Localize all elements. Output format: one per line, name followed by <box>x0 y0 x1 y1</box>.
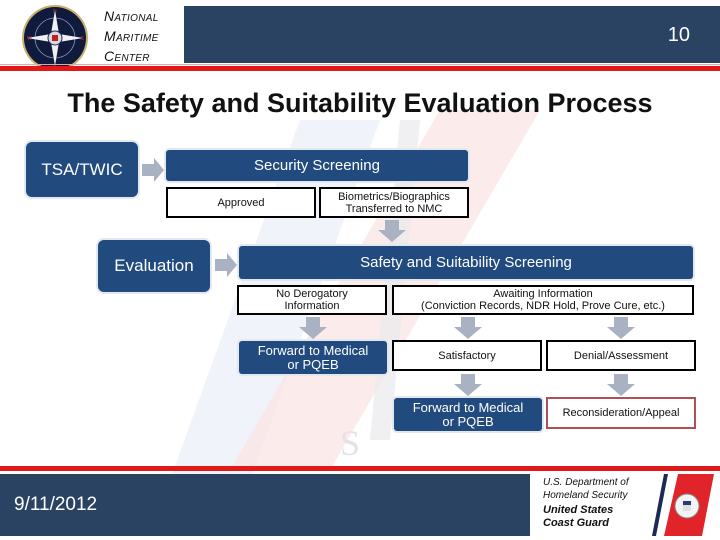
security-screening-label: Security Screening <box>254 157 380 174</box>
awaiting-line-1: Awaiting Information <box>493 288 593 300</box>
safety-screening-label: Safety and Suitability Screening <box>360 254 572 271</box>
org-line-1: National <box>104 8 159 24</box>
arrow-down-icon <box>454 374 482 396</box>
tsa-twic-box: TSA/TWIC <box>26 142 138 197</box>
header-bar <box>184 6 720 63</box>
biometrics-line-2: Transferred to NMC <box>345 202 443 215</box>
forward2-line-2: or PQEB <box>442 413 494 429</box>
forward-medical-box-2: Forward to Medical or PQEB <box>394 398 542 431</box>
dhs-line-2: Homeland Security <box>543 490 628 501</box>
denial-label: Denial/Assessment <box>573 349 669 362</box>
no-derogatory-box: No Derogatory Information <box>237 285 387 315</box>
uscg-line-2: Coast Guard <box>543 517 610 529</box>
forward1-line-2: or PQEB <box>287 356 339 372</box>
safety-screening-box: Safety and Suitability Screening <box>239 246 693 279</box>
uscg-line-1: United States <box>543 504 614 516</box>
awaiting-line-2: (Conviction Records, NDR Hold, Prove Cur… <box>421 300 665 312</box>
approved-box: Approved <box>166 187 316 218</box>
arrow-down-icon <box>299 317 327 339</box>
slide-number: 10 <box>667 24 690 46</box>
forward1-line-1: Forward to Medical <box>257 342 369 358</box>
tsa-twic-label: TSA/TWIC <box>41 159 123 179</box>
approved-label: Approved <box>217 196 265 209</box>
arrow-down-icon <box>378 220 406 242</box>
dhs-line-1: U.S. Department of <box>543 477 629 488</box>
no-derog-line-1: No Derogatory <box>276 288 348 300</box>
header-divider <box>0 66 720 71</box>
arrow-down-icon <box>454 317 482 339</box>
security-screening-box: Security Screening <box>166 150 468 181</box>
satisfactory-label: Satisfactory <box>438 349 496 362</box>
awaiting-info-box: Awaiting Information (Conviction Records… <box>392 285 694 315</box>
denial-assessment-box: Denial/Assessment <box>546 340 696 371</box>
org-name: National Maritime Center <box>104 6 159 66</box>
uscg-label: United States Coast Guard <box>543 504 613 530</box>
arrow-right-icon <box>215 253 237 277</box>
forward-medical-box-1: Forward to Medical or PQEB <box>239 341 387 374</box>
arrow-down-icon <box>607 317 635 339</box>
biometrics-box: Biometrics/Biographics Transferred to NM… <box>319 187 469 218</box>
page-title: The Safety and Suitability Evaluation Pr… <box>67 88 653 118</box>
arrow-right-icon <box>142 158 164 182</box>
evaluation-label: Evaluation <box>114 256 194 275</box>
slide-date: 9/11/2012 <box>14 494 98 515</box>
coast-guard-stripe-logo <box>652 474 714 536</box>
svg-text:W: W <box>27 36 32 42</box>
reconsideration-label: Reconsideration/Appeal <box>562 407 680 419</box>
biometrics-line-1: Biometrics/Biographics <box>338 190 450 203</box>
reconsideration-appeal-box: Reconsideration/Appeal <box>546 397 696 429</box>
satisfactory-box: Satisfactory <box>392 340 542 371</box>
org-line-3: Center <box>104 48 150 64</box>
svg-text:N: N <box>53 9 57 15</box>
org-line-2: Maritime <box>104 28 159 44</box>
footer-divider <box>0 466 720 471</box>
svg-text:S: S <box>340 423 360 463</box>
header-divider-thin <box>0 64 720 65</box>
arrow-down-icon <box>607 374 635 396</box>
no-derog-line-2: Information <box>284 300 340 312</box>
dhs-label: U.S. Department of Homeland Security <box>543 476 629 502</box>
forward2-line-1: Forward to Medical <box>412 399 524 415</box>
evaluation-box: Evaluation <box>98 240 210 292</box>
